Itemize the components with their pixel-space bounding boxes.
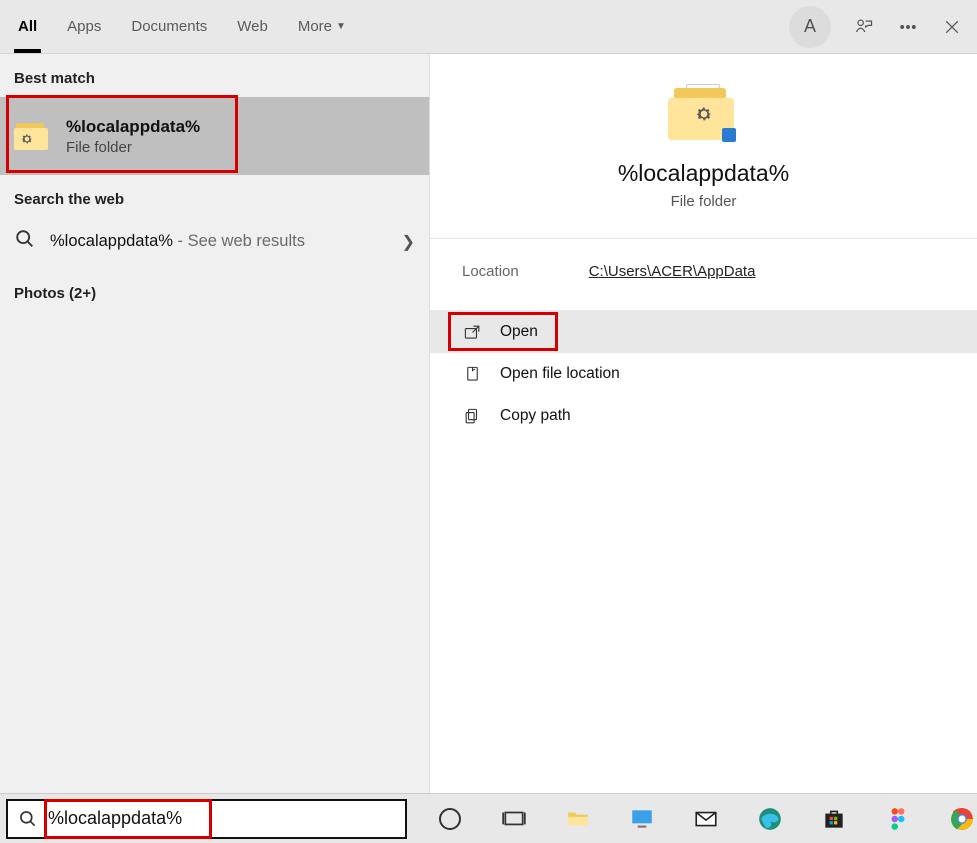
more-options-icon[interactable] [897,16,919,38]
chrome-icon[interactable] [947,804,977,834]
taskbar-search[interactable] [6,799,407,839]
action-open[interactable]: Open [430,311,977,353]
web-result-query: %localappdata% [50,232,173,250]
taskbar-icons [427,804,977,834]
search-web-heading: Search the web [0,175,429,218]
location-value[interactable]: C:\Users\ACER\AppData [589,263,756,280]
tab-documents[interactable]: Documents [131,0,207,53]
microsoft-store-icon[interactable] [819,804,849,834]
location-label: Location [462,263,519,280]
tab-more[interactable]: More ▼ [298,0,346,53]
action-open-label: Open [500,323,538,341]
cortana-icon[interactable] [435,804,465,834]
user-avatar[interactable]: A [789,6,831,48]
photos-heading[interactable]: Photos (2+) [0,265,429,322]
monitor-app-icon[interactable] [627,804,657,834]
folder-location-icon [462,364,482,384]
folder-icon [14,120,52,152]
best-match-subtitle: File folder [66,139,200,156]
preview-actions: Open Open file location Copy path [430,311,977,437]
tab-more-label: More [298,18,332,35]
results-pane: Best match %localappdata% File folder Se… [0,54,429,793]
figma-icon[interactable] [883,804,913,834]
best-match-heading: Best match [0,54,429,97]
feedback-icon[interactable] [853,16,875,38]
header-actions: A [789,6,963,48]
action-open-file-location[interactable]: Open file location [430,353,977,395]
web-result-suffix: - See web results [173,232,305,250]
filter-tabs: All Apps Documents Web More ▼ [18,0,346,53]
file-explorer-icon[interactable] [563,804,593,834]
tab-web[interactable]: Web [237,0,268,53]
best-match-result[interactable]: %localappdata% File folder [0,97,429,175]
search-icon [18,809,38,829]
mail-icon[interactable] [691,804,721,834]
open-icon [462,322,482,342]
action-copy-path[interactable]: Copy path [430,395,977,437]
tab-apps[interactable]: Apps [67,0,101,53]
location-row: Location C:\Users\ACER\AppData [430,239,977,311]
taskbar [0,793,977,843]
tab-all[interactable]: All [18,0,37,53]
search-icon [14,228,36,255]
preview-hero: %localappdata% File folder [430,54,977,239]
folder-icon [668,84,740,144]
task-view-icon[interactable] [499,804,529,834]
action-copy-path-label: Copy path [500,407,571,425]
preview-subtitle: File folder [671,193,737,210]
preview-title: %localappdata% [618,160,789,187]
action-open-file-location-label: Open file location [500,365,620,383]
close-icon[interactable] [941,16,963,38]
best-match-text: %localappdata% File folder [66,117,200,156]
chevron-right-icon: ❯ [402,232,415,252]
edge-browser-icon[interactable] [755,804,785,834]
web-result-text: %localappdata% - See web results [50,232,388,251]
best-match-title: %localappdata% [66,117,200,137]
search-header: All Apps Documents Web More ▼ A [0,0,977,54]
web-search-result[interactable]: %localappdata% - See web results ❯ [0,218,429,265]
copy-icon [462,406,482,426]
preview-pane: %localappdata% File folder Location C:\U… [429,54,977,793]
chevron-down-icon: ▼ [336,21,346,32]
search-input[interactable] [48,808,395,829]
